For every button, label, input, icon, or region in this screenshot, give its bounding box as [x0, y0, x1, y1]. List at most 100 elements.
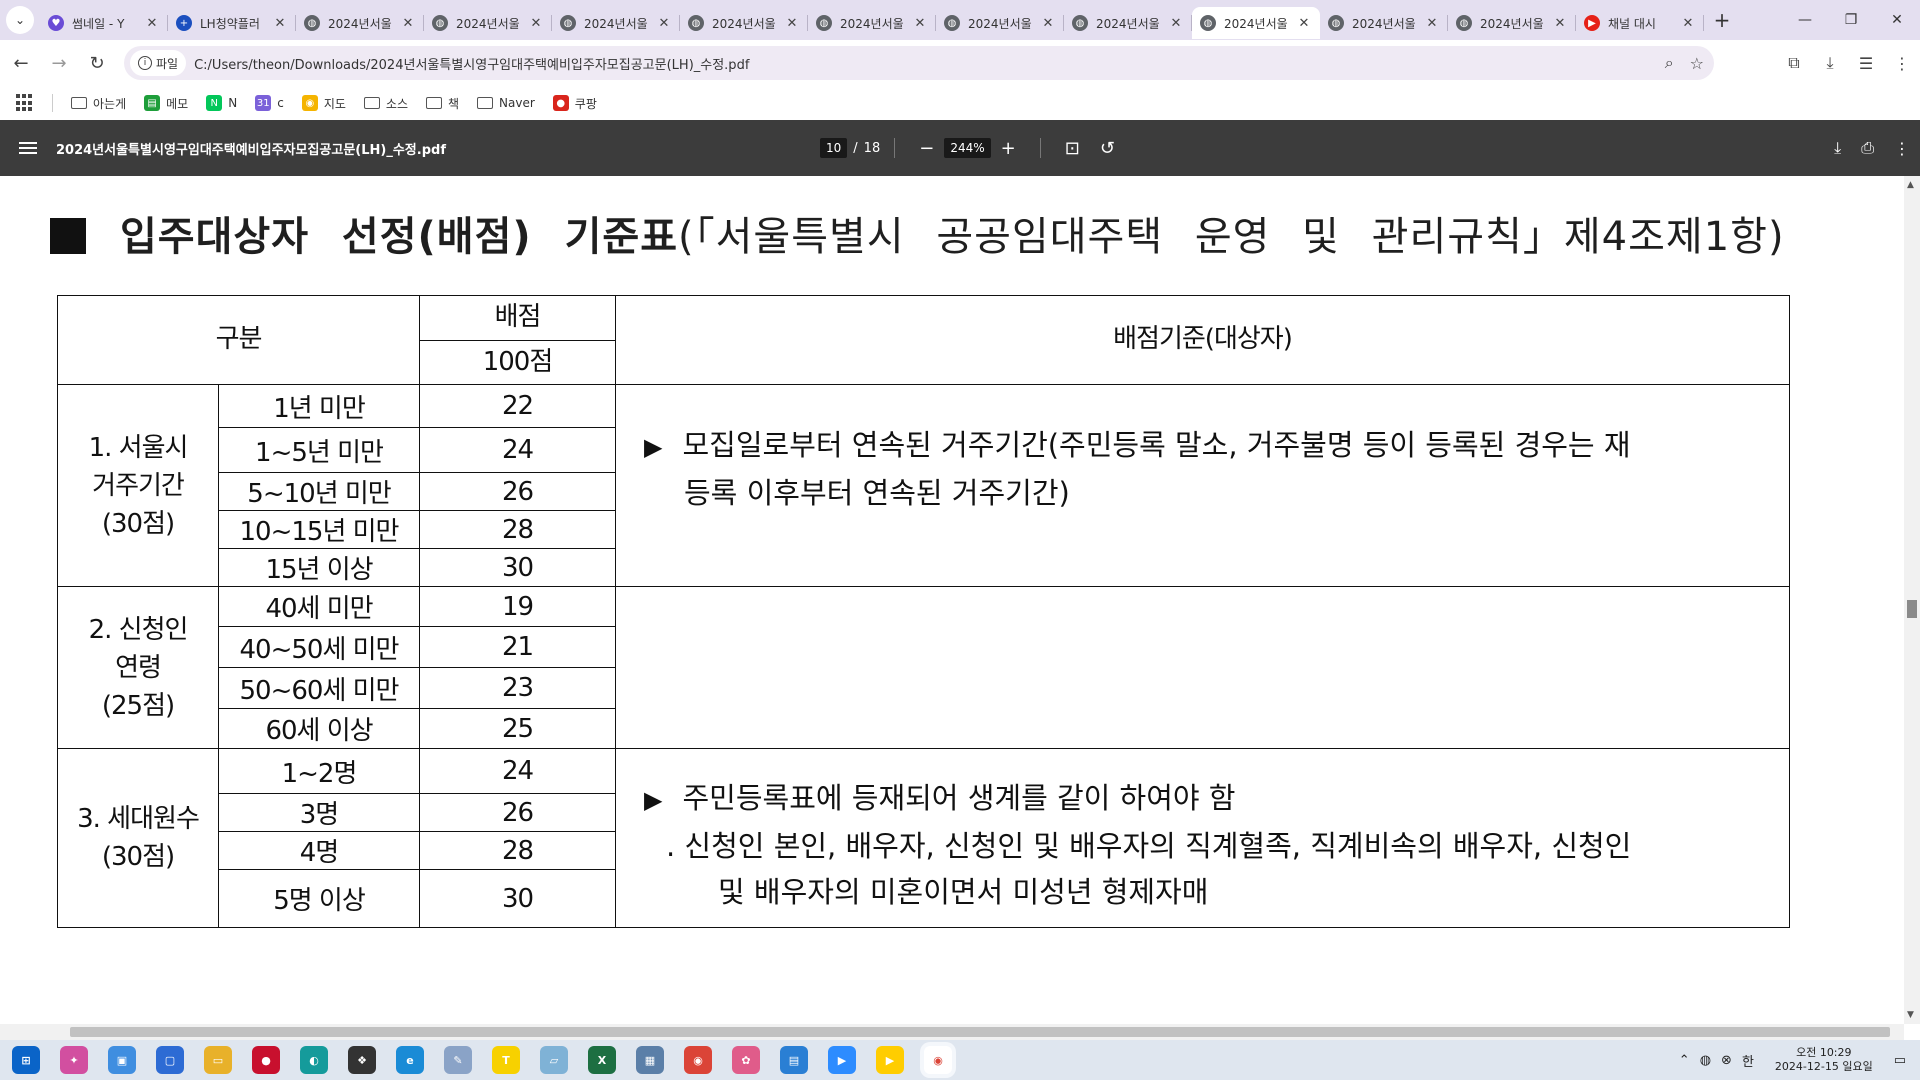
browser-tab[interactable]: ◍ 2024년서울 ✕ [1064, 7, 1192, 39]
chevron-up-icon[interactable]: ⌃ [1679, 1053, 1690, 1068]
store-icon[interactable]: ▤ [780, 1046, 808, 1074]
tab-close-icon[interactable]: ✕ [1680, 16, 1696, 31]
bookmark-item[interactable]: 소스 [363, 95, 408, 112]
bookmark-star-icon[interactable]: ☆ [1690, 54, 1704, 73]
tab-close-icon[interactable]: ✕ [528, 16, 544, 31]
tab-close-icon[interactable]: ✕ [656, 16, 672, 31]
download-icon[interactable]: ⤓ [1812, 53, 1848, 73]
ime-indicator[interactable]: 한 [1742, 1051, 1754, 1070]
back-button[interactable]: ← [4, 46, 38, 80]
bookmark-item[interactable]: NN [206, 95, 237, 111]
scroll-down-icon[interactable]: ▼ [1907, 1010, 1914, 1020]
browser-tab[interactable]: ◍ 2024년서울 ✕ [424, 7, 552, 39]
clock[interactable]: 오전 10:29 2024-12-15 일요일 [1775, 1046, 1873, 1074]
tab-close-icon[interactable]: ✕ [912, 16, 928, 31]
teal-app-icon[interactable]: ◐ [300, 1046, 328, 1074]
zoom-out-icon[interactable]: − [919, 138, 934, 159]
browser-tab[interactable]: + LH청약플러 ✕ [168, 7, 296, 39]
tab-close-icon[interactable]: ✕ [1552, 16, 1568, 31]
davinci-icon[interactable]: ❖ [348, 1046, 376, 1074]
vertical-scrollbar[interactable]: ▲ ▼ [1904, 176, 1920, 1024]
close-window-button[interactable]: ✕ [1874, 0, 1920, 40]
network-icon[interactable]: ◍ [1700, 1053, 1711, 1068]
bookmark-item[interactable]: ● 쿠팡 [552, 95, 597, 112]
bookmark-item[interactable]: ◉ 지도 [301, 95, 346, 112]
zoom-icon[interactable]: ⌕ [1665, 53, 1674, 73]
pdf-more-icon[interactable]: ⋮ [1894, 139, 1910, 158]
browser-tab[interactable]: ◍ 2024년서울 ✕ [1448, 7, 1576, 39]
tab-close-icon[interactable]: ✕ [784, 16, 800, 31]
bookmark-item[interactable]: 31 c [255, 95, 284, 111]
restore-button[interactable]: ❐ [1828, 0, 1874, 40]
edge-icon[interactable]: e [396, 1046, 424, 1074]
browser-tab[interactable]: ◍ 2024년서울 ✕ [936, 7, 1064, 39]
bookmark-item[interactable]: ▤ 메모 [144, 95, 188, 112]
browser-tab[interactable]: ◍ 2024년서울 ✕ [1320, 7, 1448, 39]
browser-tab[interactable]: ◍ 2024년서울 ✕ [552, 7, 680, 39]
horizontal-scroll-thumb[interactable] [70, 1027, 1890, 1037]
notes-icon[interactable]: ▱ [540, 1046, 568, 1074]
tab-close-icon[interactable]: ✕ [144, 16, 160, 31]
bookmark-item[interactable]: 아는게 [71, 95, 126, 112]
files-icon[interactable]: ▣ [108, 1046, 136, 1074]
recorder-icon[interactable]: ● [252, 1046, 280, 1074]
profile-icon[interactable]: ☰ [1848, 54, 1884, 73]
chrome-icon[interactable]: ◉ [684, 1046, 712, 1074]
tab-search-button[interactable]: ⌄ [6, 6, 34, 34]
minimize-button[interactable]: — [1782, 0, 1828, 40]
calculator-icon[interactable]: ▦ [636, 1046, 664, 1074]
excel-icon[interactable]: X [588, 1046, 616, 1074]
new-tab-button[interactable]: + [1708, 8, 1736, 32]
browser-tab[interactable]: ◍ 2024년서울 ✕ [296, 7, 424, 39]
zoom-icon[interactable]: ▶ [828, 1046, 856, 1074]
zoom-in-icon[interactable]: + [1001, 138, 1016, 159]
tab-close-icon[interactable]: ✕ [1424, 16, 1440, 31]
zoom-level-input[interactable]: 244% [944, 138, 991, 158]
apps-grid-icon[interactable] [16, 94, 34, 112]
browser-tab[interactable]: ◍ 2024년서울 ✕ [808, 7, 936, 39]
chrome-active-icon[interactable]: ◉ [924, 1046, 952, 1074]
browser-tab[interactable]: ♥ 썸네일 - Y ✕ [40, 7, 168, 39]
extensions-icon[interactable]: ⧉ [1776, 53, 1812, 73]
fit-page-icon[interactable]: ⊡ [1065, 138, 1080, 159]
volume-muted-icon[interactable]: ⊗ [1721, 1053, 1732, 1068]
more-menu-icon[interactable]: ⋮ [1884, 54, 1920, 73]
scroll-up-icon[interactable]: ▲ [1907, 180, 1914, 190]
address-bar[interactable]: i 파일 C:/Users/theon/Downloads/2024년서울특별시… [124, 46, 1714, 80]
notification-icon[interactable]: ▭ [1894, 1053, 1906, 1068]
site-info-chip[interactable]: i 파일 [130, 50, 187, 76]
tab-close-icon[interactable]: ✕ [272, 16, 288, 31]
reload-button[interactable]: ↻ [80, 46, 114, 80]
feather-icon[interactable]: ✎ [444, 1046, 472, 1074]
browser-tab[interactable]: ◍ 2024년서울 ✕ [680, 7, 808, 39]
kakaotalk-icon[interactable]: T [492, 1046, 520, 1074]
app-blue-icon[interactable]: ▢ [156, 1046, 184, 1074]
start-icon[interactable]: ⊞ [12, 1046, 40, 1074]
kakao-player-icon[interactable]: ▶ [876, 1046, 904, 1074]
copilot-icon[interactable]: ✦ [60, 1046, 88, 1074]
system-tray: ⌃ ◍ ⊗ 한 오전 10:29 2024-12-15 일요일 ▭ [1674, 1040, 1920, 1080]
condition-cell: 5~10년 미만 [218, 472, 420, 511]
paint-icon[interactable]: ✿ [732, 1046, 760, 1074]
group-label-line: 2. 신청인 [88, 614, 189, 645]
tab-close-icon[interactable]: ✕ [1168, 16, 1184, 31]
tab-title: 2024년서울 [1480, 16, 1544, 31]
forward-button[interactable]: → [42, 46, 76, 80]
tab-close-icon[interactable]: ✕ [400, 16, 416, 31]
vertical-scroll-thumb[interactable] [1907, 600, 1917, 618]
bookmark-item[interactable]: 책 [426, 95, 459, 112]
rotate-icon[interactable]: ↺ [1100, 138, 1115, 159]
horizontal-scrollbar[interactable] [0, 1024, 1904, 1040]
bookmark-item[interactable]: Naver [477, 96, 535, 110]
score-cell: 23 [419, 667, 616, 709]
browser-tab[interactable]: ▶ 채널 대시 ✕ [1576, 7, 1704, 39]
browser-tab[interactable]: ◍ 2024년서울 ✕ [1192, 7, 1320, 39]
tab-close-icon[interactable]: ✕ [1296, 16, 1312, 31]
pdf-download-icon[interactable]: ⤓ [1834, 138, 1841, 158]
print-icon[interactable]: ⎙ [1861, 138, 1874, 158]
menu-icon[interactable] [0, 139, 56, 157]
page-number-input[interactable]: 10 [820, 138, 848, 158]
tab-close-icon[interactable]: ✕ [1040, 16, 1056, 31]
explorer-icon[interactable]: ▭ [204, 1046, 232, 1074]
url-text[interactable]: C:/Users/theon/Downloads/2024년서울특별시영구임대주… [194, 54, 749, 73]
